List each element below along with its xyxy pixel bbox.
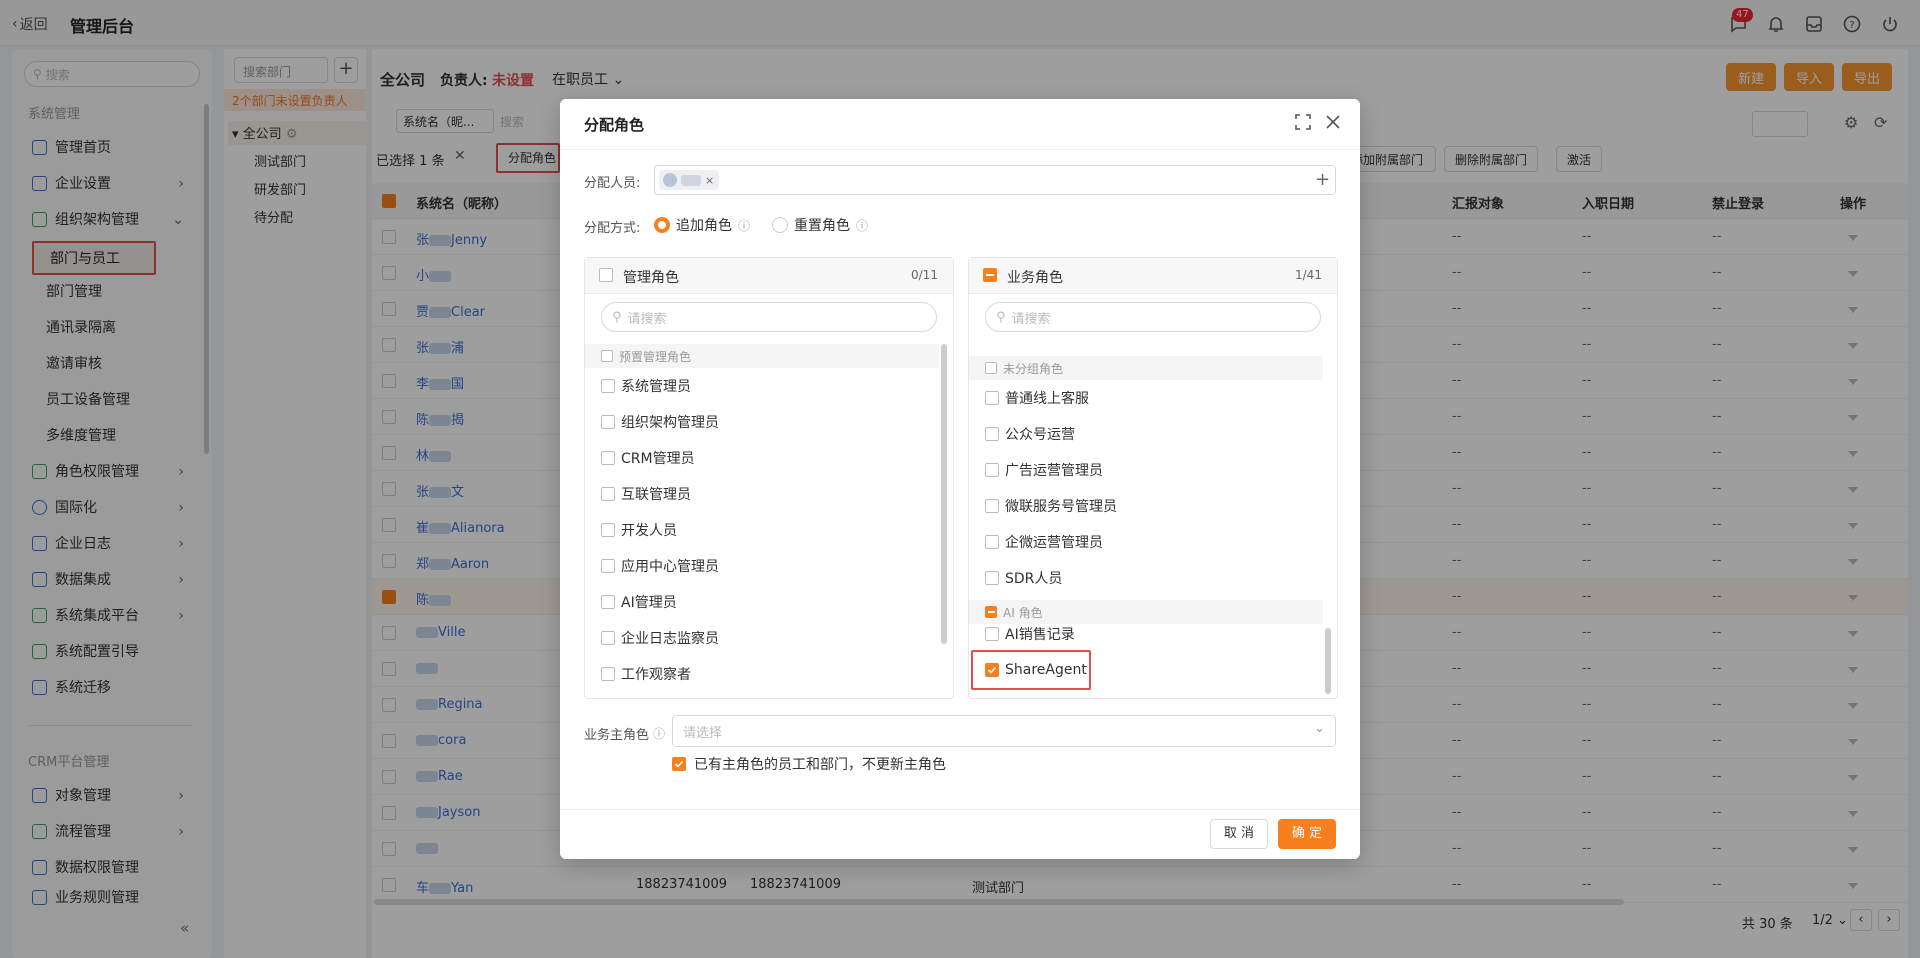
radio-reset-role[interactable]: 重置角色 ⓘ [772, 215, 868, 235]
main-role-select[interactable]: 请选择 ⌄ [672, 715, 1336, 747]
indeterminate-icon [986, 274, 994, 276]
role-option[interactable]: 微联服务号管理员 [985, 494, 1117, 518]
divider [560, 149, 1360, 150]
help-icon[interactable]: ⓘ [653, 725, 665, 742]
admin-role-count: 0/11 [911, 268, 938, 282]
confirm-button[interactable]: 确 定 [1278, 819, 1336, 849]
group-checkbox[interactable] [985, 362, 997, 374]
keep-main-role-checkbox[interactable]: 已有主角色的员工和部门，不更新主角色 [672, 754, 946, 774]
radio-unchecked-icon [772, 217, 788, 233]
business-role-search-input[interactable]: ⚲ 请搜索 [985, 302, 1321, 332]
chevron-down-icon: ⌄ [1314, 721, 1325, 736]
role-option[interactable]: 应用中心管理员 [601, 554, 719, 578]
role-option[interactable]: 系统管理员 [601, 374, 691, 398]
business-role-count: 1/41 [1295, 268, 1322, 282]
radio-checked-icon [654, 217, 670, 233]
business-role-select-all-checkbox[interactable] [983, 268, 997, 282]
group-checkbox[interactable] [601, 350, 613, 362]
role-option[interactable]: AI销售记录 [985, 622, 1075, 646]
panel-scrollbar[interactable] [941, 344, 947, 644]
checkbox[interactable] [601, 631, 615, 645]
group-ai-roles: AI 角色 [969, 600, 1323, 624]
role-option[interactable]: 普通线上客服 [985, 386, 1089, 410]
checkbox[interactable] [601, 667, 615, 681]
checkbox[interactable] [601, 487, 615, 501]
admin-role-header: 管理角色 0/11 [585, 258, 953, 294]
admin-role-select-all-checkbox[interactable] [599, 268, 613, 282]
role-option[interactable]: AI管理员 [601, 590, 677, 614]
assign-mode-label: 分配方式: [584, 221, 641, 236]
checkbox[interactable] [985, 571, 999, 585]
close-icon[interactable] [1324, 113, 1342, 131]
check-icon [674, 760, 684, 768]
person-name [681, 174, 701, 186]
help-icon[interactable]: ⓘ [856, 217, 868, 234]
cancel-button[interactable]: 取 消 [1210, 819, 1268, 849]
role-option[interactable]: CRM管理员 [601, 446, 695, 470]
dialog-title: 分配角色 [584, 116, 645, 134]
checkbox[interactable] [601, 595, 615, 609]
fullscreen-icon[interactable] [1294, 113, 1312, 131]
checkbox[interactable] [985, 427, 999, 441]
checkbox[interactable] [985, 391, 999, 405]
business-role-title: 业务角色 [1007, 270, 1063, 286]
remove-tag-icon[interactable]: × [705, 174, 714, 187]
admin-role-panel: 管理角色 0/11 ⚲ 请搜索 预置管理角色 系统管理员组织架构管理员 CRM管理… [584, 257, 954, 699]
group-checkbox[interactable] [985, 606, 997, 618]
role-option[interactable]: SDR人员 [985, 566, 1062, 590]
group-preset-admin: 预置管理角色 [585, 344, 939, 368]
checkbox[interactable] [601, 415, 615, 429]
checkbox[interactable] [601, 379, 615, 393]
checkbox[interactable] [985, 535, 999, 549]
checkbox[interactable] [985, 499, 999, 513]
search-icon: ⚲ [612, 309, 622, 325]
checkbox[interactable] [601, 523, 615, 537]
checkbox[interactable] [601, 451, 615, 465]
role-option-shareagent[interactable]: ShareAgent [971, 650, 1091, 690]
role-option[interactable]: 开发人员 [601, 518, 677, 542]
role-option[interactable]: 工作观察者 [601, 662, 691, 686]
search-icon: ⚲ [996, 309, 1006, 325]
assign-role-dialog: 分配角色 分配人员: × + 分配方式: 追加角色 ⓘ 重置角色 ⓘ 管理角色 … [560, 99, 1360, 859]
check-icon [987, 666, 997, 674]
main-role-label: 业务主角色 ⓘ [584, 725, 666, 743]
assign-person-input[interactable]: × + [654, 165, 1336, 195]
admin-role-search-input[interactable]: ⚲ 请搜索 [601, 302, 937, 332]
person-tag: × [659, 170, 719, 190]
checkbox[interactable] [985, 627, 999, 641]
help-icon[interactable]: ⓘ [738, 217, 750, 234]
radio-append-role[interactable]: 追加角色 ⓘ [654, 215, 750, 235]
business-role-header: 业务角色 1/41 [969, 258, 1337, 294]
divider [560, 809, 1360, 810]
business-role-panel: 业务角色 1/41 ⚲ 请搜索 未分组角色 普通线上客服 公众号运营广告运营管理员… [968, 257, 1338, 699]
assign-person-label: 分配人员: [584, 176, 641, 191]
admin-role-title: 管理角色 [623, 270, 679, 286]
role-option[interactable]: 互联管理员 [601, 482, 691, 506]
group-ungrouped: 未分组角色 [969, 356, 1323, 380]
role-option[interactable]: 公众号运营 [985, 422, 1075, 446]
role-option[interactable]: 企业日志监察员 [601, 626, 719, 650]
checkbox[interactable] [985, 463, 999, 477]
role-option[interactable]: 组织架构管理员 [601, 410, 719, 434]
checkbox-checked[interactable] [985, 663, 999, 677]
role-option[interactable]: 广告运营管理员 [985, 458, 1103, 482]
checkbox[interactable] [601, 559, 615, 573]
checkbox-checked[interactable] [672, 757, 686, 771]
avatar [663, 173, 677, 187]
panel-scrollbar[interactable] [1325, 628, 1331, 694]
role-option[interactable]: 企微运营管理员 [985, 530, 1103, 554]
add-person-icon[interactable]: + [1315, 169, 1330, 190]
